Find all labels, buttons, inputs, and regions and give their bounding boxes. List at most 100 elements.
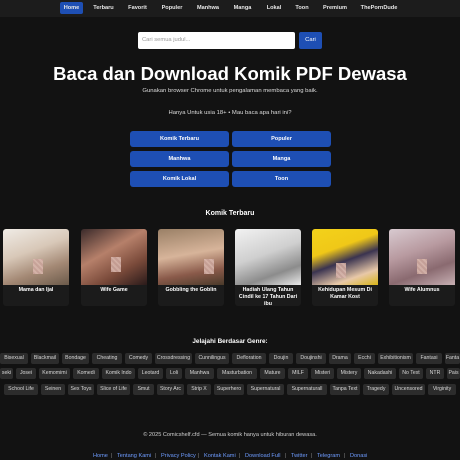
comic-title[interactable]: Gobbling the Goblin xyxy=(160,287,222,294)
genre-tag[interactable]: Virginity xyxy=(428,384,456,395)
top-nav: Home Terbaru Favorit Populer Manhwa Mang… xyxy=(0,0,460,17)
genre-tag[interactable]: Tanpa Text xyxy=(330,384,360,395)
genre-tag[interactable]: Fantasi xyxy=(416,353,442,364)
genre-tag[interactable]: Komik Indo xyxy=(102,368,135,379)
comic-title[interactable]: Wife Game xyxy=(83,287,145,294)
genre-tag[interactable]: No Text xyxy=(399,368,423,379)
genre-tag[interactable]: Doujin xyxy=(269,353,293,364)
footer-link-donasi[interactable]: Donasi xyxy=(350,453,367,459)
footer-link-home[interactable]: Home xyxy=(93,453,108,459)
genre-tag[interactable]: Mature xyxy=(260,368,285,379)
genre-tag[interactable]: Bondage xyxy=(62,353,89,364)
genre-tag[interactable]: Cheating xyxy=(92,353,122,364)
quick-link-manhwa[interactable]: Manhwa xyxy=(130,151,229,167)
genre-tag[interactable]: Supernatural xyxy=(247,384,284,395)
quick-link-populer[interactable]: Populer xyxy=(232,131,331,147)
footer-link-privacy-policy[interactable]: Privacy Policy xyxy=(161,453,196,459)
genre-tag[interactable]: Sex Toys xyxy=(68,384,94,395)
quick-link-manga[interactable]: Manga xyxy=(232,151,331,167)
genre-tag[interactable]: Story Arc xyxy=(157,384,184,395)
genre-tag[interactable]: Exhibitionism xyxy=(378,353,413,364)
genre-tag[interactable]: Masturbation xyxy=(217,368,257,379)
genre-tag[interactable]: Kemomimi xyxy=(39,368,70,379)
genre-tag[interactable]: Comedy xyxy=(125,353,152,364)
genre-tag[interactable]: Blackmail xyxy=(31,353,59,364)
genre-tag[interactable]: NTR xyxy=(426,368,444,379)
genre-tag[interactable]: Superhero xyxy=(214,384,244,395)
footer-link-kontak-kami[interactable]: Kontak Kami xyxy=(204,453,236,459)
genre-tag[interactable]: seki xyxy=(0,368,13,379)
footer-links: Home | Tentang Kami | Privacy Policy | K… xyxy=(0,452,460,460)
comic-card[interactable]: Kehidupan Mesum Di Kamar Kost xyxy=(312,229,378,306)
hero-subtitle: Gunakan browser Chrome untuk pengalaman … xyxy=(142,88,318,94)
genre-tag[interactable]: Crossdressing xyxy=(155,353,192,364)
genre-tag[interactable]: Uncensored xyxy=(392,384,425,395)
comic-title[interactable]: Mama dan Ijal xyxy=(5,287,67,294)
footer-separator: | xyxy=(239,453,241,459)
latest-section-title: Komik Terbaru xyxy=(205,210,255,217)
genre-tag[interactable]: Doujinshi xyxy=(296,353,326,364)
genre-tag[interactable]: School Life xyxy=(4,384,38,395)
comic-title[interactable]: Hadiah Ulang Tahun Cindil ke 17 Tahun Da… xyxy=(237,287,299,306)
genre-tag[interactable]: Tragedy xyxy=(363,384,389,395)
genre-tag[interactable]: Nakadashi xyxy=(364,368,396,379)
comic-cover-image[interactable] xyxy=(389,229,455,285)
genre-tag[interactable]: Misteri xyxy=(311,368,334,379)
genre-tag[interactable]: Fanta xyxy=(445,353,460,364)
footer-link-twitter[interactable]: Twitter xyxy=(291,453,307,459)
footer-separator: | xyxy=(311,453,313,459)
search-input[interactable]: Cari semua judul... xyxy=(138,32,295,49)
nav-premium[interactable]: Premium xyxy=(318,2,352,14)
nav-manhwa[interactable]: Manhwa xyxy=(193,2,223,14)
genre-tag[interactable]: MILF xyxy=(288,368,308,379)
genre-tag[interactable]: Bisexual xyxy=(0,353,28,364)
comic-cover-image[interactable] xyxy=(158,229,224,285)
comic-card[interactable]: Gobbling the Goblin xyxy=(158,229,224,306)
footer-link-download-full[interactable]: Download Full xyxy=(245,453,280,459)
footer-separator: | xyxy=(344,453,346,459)
footer-copyright: © 2025 Comicshelf.cfd — Semua komik hany… xyxy=(143,432,317,438)
comic-title[interactable]: Kehidupan Mesum Di Kamar Kost xyxy=(314,287,376,301)
footer-link-tentang-kami[interactable]: Tentang Kami xyxy=(117,453,151,459)
nav-home[interactable]: Home xyxy=(60,2,83,14)
footer-separator: | xyxy=(155,453,157,459)
comic-title[interactable]: Wife Alumnus xyxy=(391,287,453,294)
nav-toon[interactable]: Toon xyxy=(292,2,312,14)
footer-link-telegram[interactable]: Telegram xyxy=(317,453,340,459)
comic-card[interactable]: Hadiah Ulang Tahun Cindil ke 17 Tahun Da… xyxy=(235,229,301,306)
genre-tag[interactable]: Cunnilingus xyxy=(195,353,229,364)
comic-cover-image[interactable] xyxy=(3,229,69,285)
nav-populer[interactable]: Populer xyxy=(157,2,187,14)
comic-card[interactable]: Mama dan Ijal xyxy=(3,229,69,306)
genre-tag[interactable]: Drama xyxy=(329,353,351,364)
nav-terbaru[interactable]: Terbaru xyxy=(89,2,118,14)
genre-tag[interactable]: Strip X xyxy=(187,384,211,395)
nav-lokal[interactable]: Lokal xyxy=(262,2,286,14)
genre-tag[interactable]: Ecchi xyxy=(354,353,375,364)
genre-section-title: Jelajahi Berdasar Genre: xyxy=(192,338,268,345)
quick-link-komik-terbaru[interactable]: Komik Terbaru xyxy=(130,131,229,147)
genre-tag[interactable]: Loli xyxy=(166,368,182,379)
comic-card[interactable]: Wife Alumnus xyxy=(389,229,455,306)
genre-tag[interactable]: Seinen xyxy=(41,384,65,395)
genre-tag[interactable]: Slice of Life xyxy=(97,384,130,395)
censor-mosaic xyxy=(33,259,43,274)
genre-tag[interactable]: Leotard xyxy=(138,368,163,379)
censor-mosaic xyxy=(204,259,214,274)
comic-card[interactable]: Wife Game xyxy=(81,229,147,306)
quick-link-komik-lokal[interactable]: Komik Lokal xyxy=(130,171,229,187)
comic-cover-image[interactable] xyxy=(235,229,301,285)
nav-theporndude[interactable]: ThePornDude xyxy=(358,2,400,14)
genre-tag[interactable]: Supernaturall xyxy=(287,384,327,395)
genre-tag[interactable]: Defloration xyxy=(232,353,266,364)
genre-tag[interactable]: Josei xyxy=(16,368,36,379)
genre-tag[interactable]: Pais xyxy=(447,368,460,379)
search-button[interactable]: Cari xyxy=(299,32,322,49)
genre-tag[interactable]: Manhwa xyxy=(185,368,214,379)
nav-favorit[interactable]: Favorit xyxy=(124,2,151,14)
genre-tag[interactable]: Komedi xyxy=(73,368,99,379)
quick-link-toon[interactable]: Toon xyxy=(232,171,331,187)
genre-tag[interactable]: Mistery xyxy=(337,368,361,379)
genre-tag[interactable]: Smut xyxy=(133,384,154,395)
nav-manga[interactable]: Manga xyxy=(229,2,256,14)
